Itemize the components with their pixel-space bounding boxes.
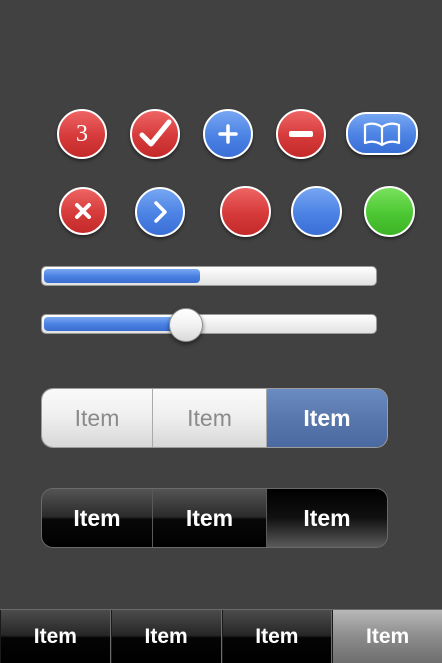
remove-button[interactable] (276, 109, 326, 159)
add-button[interactable] (203, 109, 253, 159)
chevron-right-icon (154, 201, 167, 223)
tab-item-4[interactable]: Item (332, 610, 442, 663)
segment-light-item-2[interactable]: Item (153, 389, 267, 447)
segment-light-item-3[interactable]: Item (267, 389, 387, 447)
segment-dark-item-3[interactable]: Item (267, 489, 387, 547)
x-icon (75, 203, 91, 219)
slider-thumb[interactable] (169, 308, 203, 342)
progress-bar (41, 266, 377, 286)
segment-dark-item-2[interactable]: Item (153, 489, 267, 547)
segmented-control-light: Item Item Item (41, 388, 388, 448)
segment-light-item-1[interactable]: Item (42, 389, 153, 447)
tab-bar: Item Item Item Item (0, 609, 442, 663)
delete-button[interactable] (59, 187, 107, 235)
check-badge[interactable] (130, 109, 180, 159)
book-button[interactable] (346, 112, 418, 155)
minus-icon (289, 131, 313, 137)
blue-status-dot (291, 186, 342, 237)
count-badge[interactable]: 3 (57, 109, 107, 159)
tab-item-2[interactable]: Item (110, 610, 222, 663)
slider-fill (44, 317, 187, 331)
plus-icon (218, 124, 238, 144)
tab-item-1[interactable]: Item (0, 610, 111, 663)
checkmark-icon (139, 119, 172, 147)
red-status-dot (220, 186, 271, 237)
disclosure-button[interactable] (135, 187, 185, 237)
progress-fill (44, 269, 200, 283)
segment-dark-item-1[interactable]: Item (42, 489, 153, 547)
segmented-control-dark: Item Item Item (41, 488, 388, 548)
green-status-dot (364, 186, 415, 237)
count-badge-value: 3 (76, 121, 88, 147)
book-icon (363, 122, 401, 146)
slider-track[interactable] (41, 314, 377, 334)
tab-item-3[interactable]: Item (221, 610, 333, 663)
